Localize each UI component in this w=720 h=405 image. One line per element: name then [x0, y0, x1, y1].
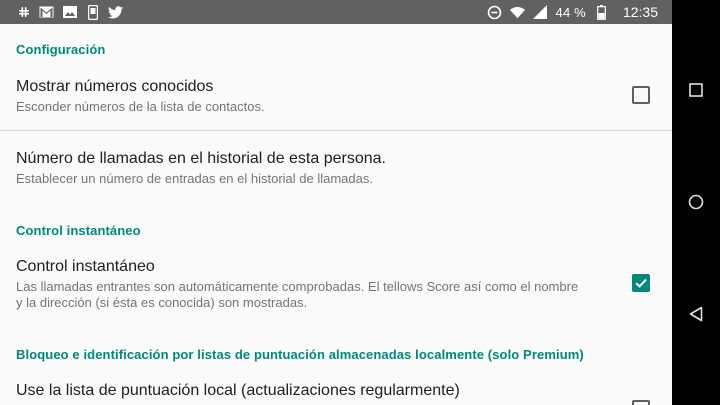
category-configuracion: Configuración	[16, 42, 106, 57]
show-known-checkbox[interactable]	[632, 86, 650, 104]
pref-title: Use la lista de puntuación local (actual…	[16, 382, 460, 399]
clock: 12:35	[622, 4, 658, 20]
pref-title: Número de llamadas en el historial de es…	[16, 150, 386, 167]
wifi-icon	[509, 5, 525, 20]
twitter-icon	[108, 5, 123, 20]
category-control-instantaneo: Control instantáneo	[16, 223, 141, 238]
phone-icon	[85, 4, 100, 20]
pref-instant-control[interactable]: Control instantáneo Las llamadas entrant…	[0, 248, 672, 324]
pref-summary: Las llamadas entrantes son automáticamen…	[16, 279, 579, 310]
slack-icon	[16, 5, 31, 20]
circle-icon	[688, 194, 704, 210]
system-icons: 44 % 12:35	[487, 4, 658, 20]
square-icon	[689, 83, 703, 97]
signal-icon	[533, 5, 548, 20]
back-button[interactable]	[684, 302, 708, 326]
pref-history-count[interactable]: Número de llamadas en el historial de es…	[0, 140, 672, 196]
pref-show-known-numbers[interactable]: Mostrar números conocidos Esconder númer…	[0, 68, 672, 130]
image-icon	[62, 5, 77, 20]
notification-icons	[16, 4, 123, 20]
home-button[interactable]	[684, 190, 708, 214]
recents-button[interactable]	[684, 78, 708, 102]
category-bloqueo: Bloqueo e identificación por listas de p…	[16, 347, 584, 362]
settings-list: Configuración Mostrar números conocidos …	[0, 24, 672, 405]
check-icon	[635, 278, 647, 288]
instant-control-checkbox[interactable]	[632, 274, 650, 292]
status-bar: 44 % 12:35	[0, 0, 672, 24]
pref-summary: Establecer un número de entradas en el h…	[16, 171, 373, 186]
gmail-icon	[39, 5, 54, 20]
divider	[0, 130, 672, 131]
pref-title: Mostrar números conocidos	[16, 78, 214, 95]
pref-local-list[interactable]: Use la lista de puntuación local (actual…	[0, 372, 672, 405]
pref-title: Control instantáneo	[16, 258, 155, 275]
triangle-back-icon	[689, 306, 703, 322]
pref-summary: Esconder números de la lista de contacto…	[16, 99, 265, 114]
navigation-bar	[672, 0, 720, 405]
battery-icon	[594, 4, 609, 20]
local-list-checkbox[interactable]	[632, 400, 650, 405]
data-saver-icon	[487, 5, 502, 20]
battery-percent: 44 %	[555, 4, 586, 20]
